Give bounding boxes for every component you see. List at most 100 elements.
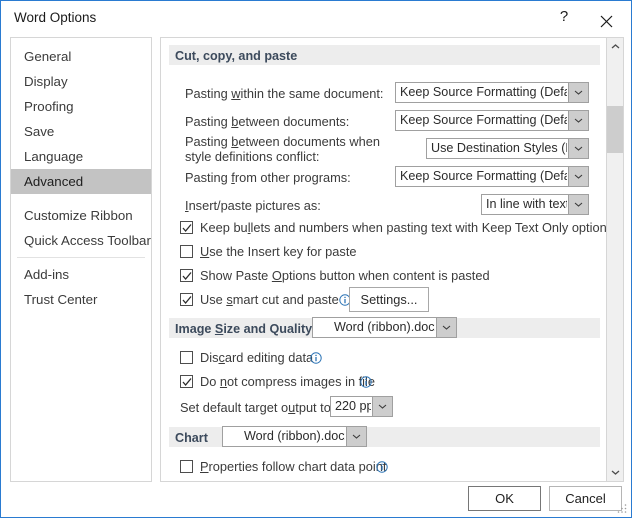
checkbox-show-paste-options[interactable] xyxy=(180,269,193,282)
sidebar-item-trust-center[interactable]: Trust Center xyxy=(11,287,151,312)
close-button[interactable] xyxy=(587,1,625,32)
smart-cut-paste-settings-button[interactable]: Settings... xyxy=(349,287,429,312)
checkbox-label: Use the Insert key for paste xyxy=(200,244,357,259)
field-label-text: Insert/paste pictures as: xyxy=(185,198,321,213)
sidebar-divider xyxy=(17,257,145,258)
label-set-default-target-output: Set default target output to: xyxy=(180,400,334,415)
options-content-panel: Cut, copy, and paste Pasting within the … xyxy=(160,37,624,482)
vertical-scrollbar[interactable] xyxy=(606,38,623,481)
combo-pasting-between-documents[interactable]: Keep Source Formatting (Default) xyxy=(395,110,589,131)
checkbox-label: Keep bullets and numbers when pasting te… xyxy=(200,220,607,235)
label-insert-paste-pictures-as: Insert/paste pictures as: xyxy=(185,198,321,213)
info-icon[interactable] xyxy=(310,352,322,364)
checkmark-icon xyxy=(182,272,192,281)
checkbox-properties-follow-chart-data-point[interactable] xyxy=(180,460,193,473)
ok-button[interactable]: OK xyxy=(468,486,541,511)
chevron-down-icon[interactable] xyxy=(568,167,588,186)
chevron-down-icon[interactable] xyxy=(568,111,588,130)
combo-target-output[interactable]: 220 ppi xyxy=(330,396,393,417)
checkbox-discard-editing-data[interactable] xyxy=(180,351,193,364)
question-mark-icon: ? xyxy=(559,8,569,25)
sidebar-item-label: Add-ins xyxy=(24,267,70,282)
sidebar-item-customize-ribbon[interactable]: Customize Ribbon xyxy=(11,203,151,228)
combo-value: Keep Source Formatting (Default) xyxy=(400,113,567,127)
sidebar-item-advanced[interactable]: Advanced xyxy=(11,169,151,194)
sidebar-item-quick-access-toolbar[interactable]: Quick Access Toolbar xyxy=(11,228,151,253)
info-icon[interactable] xyxy=(376,461,388,473)
checkmark-icon xyxy=(182,378,192,387)
sidebar-item-display[interactable]: Display xyxy=(11,69,151,94)
chevron-down-icon[interactable] xyxy=(436,318,456,337)
combo-value: 220 ppi xyxy=(335,399,371,413)
chevron-down-icon[interactable] xyxy=(372,397,392,416)
help-button[interactable]: ? xyxy=(545,1,583,32)
combo-value: Word (ribbon).docx xyxy=(244,429,345,443)
checkbox-use-smart-cut-and-paste[interactable] xyxy=(180,293,193,306)
scrollbar-thumb[interactable] xyxy=(607,106,623,153)
chevron-down-icon[interactable] xyxy=(568,83,588,102)
checkbox-label: Show Paste Options button when content i… xyxy=(200,268,490,283)
label-pasting-between-documents: Pasting between documents: xyxy=(185,114,349,129)
checkmark-icon xyxy=(182,224,192,233)
combo-pasting-style-conflict[interactable]: Use Destination Styles (Default) xyxy=(426,138,589,159)
section-header-cut-copy-paste: Cut, copy, and paste xyxy=(169,45,600,65)
chevron-up-icon xyxy=(611,44,619,49)
label-pasting-within-same-document: Pasting within the same document: xyxy=(185,86,383,101)
section-title: Image Size and Quality xyxy=(175,321,313,336)
sidebar-item-label: Display xyxy=(24,74,68,89)
sidebar-item-proofing[interactable]: Proofing xyxy=(11,94,151,119)
field-label-text: Pasting between documents: xyxy=(185,114,350,129)
sidebar-item-label: Advanced xyxy=(24,174,84,189)
sidebar-item-label: Customize Ribbon xyxy=(24,208,133,223)
scroll-down-button[interactable] xyxy=(607,464,623,481)
section-title: Cut, copy, and paste xyxy=(175,48,298,63)
combo-image-size-scope[interactable]: Word (ribbon).docx xyxy=(312,317,457,338)
sidebar-item-label: Save xyxy=(24,124,55,139)
cancel-button[interactable]: Cancel xyxy=(549,486,622,511)
close-icon xyxy=(600,15,612,27)
combo-value: Use Destination Styles (Default) xyxy=(431,141,567,155)
checkbox-label: Use smart cut and paste xyxy=(200,292,339,307)
checkbox-keep-bullets[interactable] xyxy=(180,221,193,234)
checkbox-label: Discard editing data xyxy=(200,350,314,365)
checkmark-icon xyxy=(182,296,192,305)
combo-value: Word (ribbon).docx xyxy=(334,320,435,334)
sidebar-item-general[interactable]: General xyxy=(11,44,151,69)
chevron-down-icon[interactable] xyxy=(568,139,588,158)
options-scroll-area: Cut, copy, and paste Pasting within the … xyxy=(161,38,607,481)
chevron-down-icon[interactable] xyxy=(346,427,366,446)
sidebar-item-label: General xyxy=(24,49,72,64)
label-pasting-from-other-programs: Pasting from other programs: xyxy=(185,170,351,185)
field-label-text: Pasting between documents when style def… xyxy=(185,134,380,164)
info-icon[interactable] xyxy=(360,376,372,388)
section-title: Chart xyxy=(175,430,208,445)
dialog-title: Word Options xyxy=(14,10,97,25)
combo-value: In line with text xyxy=(486,197,567,211)
combo-chart-scope[interactable]: Word (ribbon).docx xyxy=(222,426,367,447)
field-label-text: Pasting within the same document: xyxy=(185,86,384,101)
title-bar: Word Options ? xyxy=(1,1,631,34)
checkbox-label: Do not compress images in file xyxy=(200,374,375,389)
sidebar-item-language[interactable]: Language xyxy=(11,144,151,169)
field-label-text: Pasting from other programs: xyxy=(185,170,351,185)
combo-insert-paste-pictures-as[interactable]: In line with text xyxy=(481,194,589,215)
label-pasting-between-documents-style-conflict: Pasting between documents when style def… xyxy=(185,134,385,164)
combo-pasting-from-other-programs[interactable]: Keep Source Formatting (Default) xyxy=(395,166,589,187)
combo-value: Keep Source Formatting (Default) xyxy=(400,169,567,183)
combo-pasting-within-same-document[interactable]: Keep Source Formatting (Default) xyxy=(395,82,589,103)
sidebar-item-label: Proofing xyxy=(24,99,74,114)
chevron-down-icon xyxy=(611,470,619,475)
resize-grip-icon[interactable] xyxy=(616,502,628,514)
chevron-down-icon[interactable] xyxy=(568,195,588,214)
combo-value: Keep Source Formatting (Default) xyxy=(400,85,567,99)
checkbox-do-not-compress-images[interactable] xyxy=(180,375,193,388)
sidebar-item-label: Quick Access Toolbar xyxy=(24,233,151,248)
sidebar-item-save[interactable]: Save xyxy=(11,119,151,144)
sidebar-item-add-ins[interactable]: Add-ins xyxy=(11,262,151,287)
word-options-dialog: Word Options ? General Display Proofing … xyxy=(0,0,632,518)
checkbox-use-insert-key[interactable] xyxy=(180,245,193,258)
sidebar-item-label: Trust Center xyxy=(24,292,98,307)
scroll-up-button[interactable] xyxy=(607,38,623,55)
field-label-text: Set default target output to: xyxy=(180,400,335,415)
